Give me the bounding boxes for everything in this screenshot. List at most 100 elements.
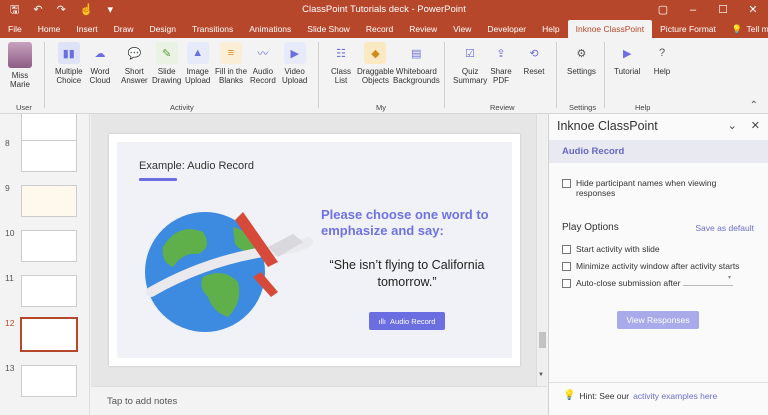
- panel-title: Inknoe ClassPoint: [557, 119, 658, 133]
- image-upload-button[interactable]: ▲ Image Upload: [185, 42, 210, 85]
- minimize-window-label: Minimize activity window after activity …: [576, 261, 740, 271]
- hint: 💡 Hint: See our activity examples here: [563, 390, 717, 401]
- redo-icon[interactable]: ↷: [57, 0, 66, 20]
- word-cloud-button[interactable]: ☁ Word Cloud: [89, 42, 111, 86]
- pdf-icon: ⇪: [496, 47, 506, 60]
- checkbox-box[interactable]: [562, 262, 571, 271]
- reset-icon: ⟲: [529, 47, 539, 60]
- slide-thumbnail[interactable]: [21, 365, 77, 397]
- short-answer-button[interactable]: 💬 Short Answer: [121, 42, 148, 86]
- tab-transitions[interactable]: Transitions: [184, 20, 241, 38]
- waveform-icon: 〰: [257, 48, 269, 60]
- quiz-icon: ☑: [465, 47, 476, 60]
- slide-thumbnail[interactable]: [21, 114, 77, 142]
- slide-number: 9: [5, 183, 10, 193]
- class-list-button[interactable]: ☷ Class List: [330, 42, 352, 86]
- fill-in-blanks-button[interactable]: ≡ Fill in the Blanks: [215, 42, 247, 85]
- tab-file[interactable]: File: [0, 20, 30, 38]
- draggable-objects-button[interactable]: ◆ Draggable Objects: [357, 42, 394, 85]
- video-icon: ▶: [283, 42, 306, 64]
- chevron-down-icon[interactable]: ⌄: [728, 119, 737, 132]
- tab-picture-format[interactable]: Picture Format: [652, 20, 724, 38]
- help-button[interactable]: ? Help: [651, 42, 673, 76]
- minimize-icon[interactable]: –: [678, 0, 708, 20]
- vertical-scrollbar[interactable]: ▼: [536, 114, 547, 386]
- view-responses-button[interactable]: View Responses: [617, 311, 699, 329]
- activity-type-label: Audio Record: [562, 146, 625, 157]
- slide-canvas[interactable]: Example: Audio Record Please choose one …: [109, 134, 520, 366]
- auto-close-checkbox[interactable]: Auto-close submission after: [562, 278, 680, 288]
- whiteboard-icon: ▤: [411, 47, 422, 60]
- reset-button[interactable]: ⟲ Reset: [523, 42, 545, 77]
- scrollbar-thumb[interactable]: [539, 332, 546, 348]
- audio-record-slide-button[interactable]: ıllı Audio Record: [369, 312, 445, 330]
- slide-thumbnail[interactable]: [21, 230, 77, 262]
- hide-names-checkbox[interactable]: Hide participant names when viewing resp…: [562, 178, 742, 198]
- tab-view[interactable]: View: [445, 20, 479, 38]
- tell-me-label: Tell me: [746, 24, 768, 34]
- slide-editing-area: Example: Audio Record Please choose one …: [91, 114, 547, 386]
- tab-review[interactable]: Review: [401, 20, 445, 38]
- checkbox-box[interactable]: [562, 245, 571, 254]
- tab-record[interactable]: Record: [358, 20, 401, 38]
- save-as-default-link[interactable]: Save as default: [695, 223, 754, 233]
- activity-type-header: Audio Record: [549, 140, 768, 163]
- ribbon: Miss Marie ▮▮ Multiple Choice ☁ Word Clo…: [0, 38, 768, 114]
- waveform-icon: ıllı: [378, 316, 387, 326]
- gear-icon: ⚙: [576, 47, 587, 60]
- tab-design[interactable]: Design: [142, 20, 184, 38]
- tab-home[interactable]: Home: [30, 20, 69, 38]
- audio-record-button[interactable]: 〰 Audio Record: [250, 42, 276, 85]
- slide-thumbnail[interactable]: [21, 275, 77, 307]
- auto-close-duration-select[interactable]: ▾: [683, 275, 733, 286]
- notes-pane[interactable]: Tap to add notes: [91, 386, 547, 415]
- quiz-summary-button[interactable]: ☑ Quiz Summary: [453, 42, 487, 86]
- scroll-down-icon[interactable]: ▼: [538, 372, 544, 378]
- touch-icon[interactable]: ☝: [80, 0, 94, 20]
- user-button[interactable]: Miss Marie: [8, 42, 32, 89]
- slide-thumbnail-selected[interactable]: [20, 317, 78, 352]
- tab-developer[interactable]: Developer: [479, 20, 534, 38]
- slide-thumbnail[interactable]: [21, 185, 77, 217]
- collapse-ribbon-icon[interactable]: ⌃: [750, 100, 758, 111]
- maximize-icon[interactable]: ☐: [708, 0, 738, 20]
- chevron-down-icon: ▾: [727, 275, 731, 281]
- more-icon[interactable]: ▾: [108, 0, 114, 20]
- tab-draw[interactable]: Draw: [106, 20, 142, 38]
- whiteboard-backgrounds-button[interactable]: ▤ Whiteboard Backgrounds: [393, 42, 440, 86]
- slide-number: 10: [5, 228, 15, 238]
- tab-help[interactable]: Help: [534, 20, 567, 38]
- minimize-window-checkbox[interactable]: Minimize activity window after activity …: [562, 261, 739, 271]
- undo-icon[interactable]: ↶: [33, 0, 42, 20]
- checkbox-box[interactable]: [562, 279, 571, 288]
- slide-number: 12: [5, 318, 15, 328]
- tell-me-search[interactable]: 💡 Tell me: [724, 20, 768, 38]
- globe-airplane-illustration: [145, 212, 313, 332]
- slide-number: 13: [5, 363, 15, 373]
- tutorial-icon: ▶: [622, 47, 632, 60]
- audio-record-slide-label: Audio Record: [390, 316, 436, 326]
- close-icon[interactable]: ✕: [751, 119, 760, 132]
- share-pdf-button[interactable]: ⇪ Share PDF: [490, 42, 512, 86]
- avatar: [8, 42, 32, 68]
- activity-examples-link[interactable]: activity examples here: [633, 391, 717, 401]
- slide-drawing-button[interactable]: ✎ Slide Drawing: [152, 42, 181, 85]
- save-icon[interactable]: 🖫: [10, 0, 19, 20]
- cloud-icon: ☁: [94, 47, 106, 60]
- slide-thumbnail[interactable]: [21, 140, 77, 172]
- ribbon-tabs: File Home Insert Draw Design Transitions…: [0, 20, 768, 38]
- image-icon: ▲: [186, 42, 209, 64]
- slide-thumbnail-pane: 8 9 10 11 12 13: [0, 114, 90, 415]
- checkbox-box[interactable]: [562, 179, 571, 188]
- tab-slide-show[interactable]: Slide Show: [299, 20, 358, 38]
- start-activity-checkbox[interactable]: Start activity with slide: [562, 244, 660, 254]
- tutorial-button[interactable]: ▶ Tutorial: [614, 42, 640, 77]
- tab-inknoe-classpoint[interactable]: Inknoe ClassPoint: [567, 20, 653, 38]
- multiple-choice-button[interactable]: ▮▮ Multiple Choice: [55, 42, 83, 85]
- settings-button[interactable]: ⚙ Settings: [567, 42, 596, 77]
- tab-insert[interactable]: Insert: [68, 20, 105, 38]
- tab-animations[interactable]: Animations: [241, 20, 299, 38]
- restore-icon[interactable]: ▢: [648, 0, 678, 20]
- video-upload-button[interactable]: ▶ Video Upload: [282, 42, 307, 85]
- close-icon[interactable]: ✕: [738, 0, 768, 20]
